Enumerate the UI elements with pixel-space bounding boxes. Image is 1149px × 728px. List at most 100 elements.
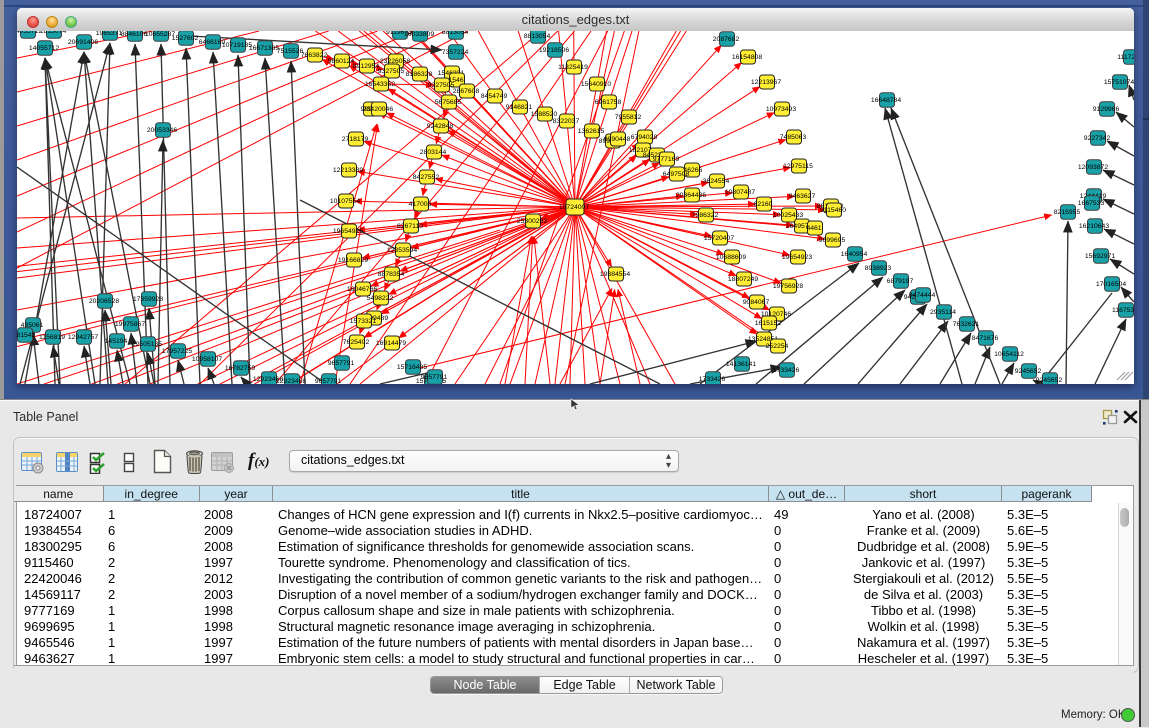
svg-text:14136141: 14136141 (726, 361, 756, 368)
svg-text:7515526: 7515526 (277, 48, 304, 55)
svg-text:6961758: 6961758 (595, 99, 622, 106)
svg-text:6497508: 6497508 (663, 171, 690, 178)
svg-text:5675685: 5675685 (435, 99, 462, 106)
svg-text:9129966: 9129966 (1093, 106, 1120, 113)
svg-text:10973493: 10973493 (766, 106, 796, 113)
svg-text:9327505: 9327505 (428, 82, 455, 89)
svg-text:1527602: 1527602 (172, 35, 199, 42)
svg-text:9777169: 9777169 (653, 156, 680, 163)
svg-text:20691406: 20691406 (68, 39, 98, 46)
svg-text:19384554: 19384554 (600, 271, 630, 278)
svg-text:16210643: 16210643 (1079, 223, 1109, 230)
svg-text:8846106: 8846106 (121, 31, 148, 38)
svg-text:19975867: 19975867 (115, 321, 145, 328)
svg-text:11325419: 11325419 (558, 64, 588, 71)
svg-text:18724007: 18724007 (559, 204, 589, 211)
svg-text:12942757: 12942757 (68, 334, 98, 341)
svg-text:7357224: 7357224 (442, 49, 469, 56)
svg-text:1117233: 1117233 (1117, 54, 1134, 61)
svg-text:8938923: 8938923 (865, 265, 892, 272)
svg-text:7955812: 7955812 (615, 114, 642, 121)
svg-text:7625402: 7625402 (343, 339, 370, 346)
svg-text:8471676: 8471676 (972, 335, 999, 342)
svg-text:8322037: 8322037 (553, 118, 580, 125)
svg-text:12975115: 12975115 (783, 163, 813, 170)
svg-text:1733426: 1733426 (699, 376, 726, 383)
svg-text:2803144: 2803144 (420, 149, 447, 156)
svg-text:16782759: 16782759 (225, 365, 255, 372)
svg-text:12353594: 12353594 (387, 247, 417, 254)
svg-text:12923468: 12923468 (276, 378, 306, 384)
svg-text:17016504: 17016504 (1096, 281, 1126, 288)
svg-text:9227342: 9227342 (1084, 135, 1111, 142)
svg-text:15640910: 15640910 (581, 81, 611, 88)
svg-text:1156819: 1156819 (39, 334, 65, 341)
svg-text:20053346: 20053346 (147, 127, 177, 134)
svg-text:15720407: 15720407 (704, 235, 734, 242)
svg-text:20206528: 20206528 (89, 298, 119, 305)
svg-text:9657791: 9657791 (421, 374, 448, 381)
svg-text:10688609: 10688609 (716, 254, 746, 261)
svg-text:1588520: 1588520 (531, 111, 558, 118)
svg-text:17359928: 17359928 (133, 296, 163, 303)
svg-text:23420046: 23420046 (363, 106, 393, 113)
svg-text:14055712: 14055712 (17, 31, 42, 35)
svg-text:9657791: 9657791 (315, 378, 342, 384)
svg-text:1813074: 1813074 (40, 31, 67, 35)
svg-text:10719185: 10719185 (222, 42, 252, 49)
svg-text:19654923: 19654923 (782, 254, 812, 261)
svg-text:8454749: 8454749 (481, 93, 508, 100)
svg-text:8813054: 8813054 (524, 33, 551, 40)
svg-text:12213389: 12213389 (333, 167, 363, 174)
svg-text:9474444: 9474444 (909, 292, 936, 299)
svg-text:14055712: 14055712 (29, 45, 59, 52)
svg-text:9463627: 9463627 (789, 193, 816, 200)
svg-text:6794028: 6794028 (631, 134, 658, 141)
svg-text:19756928: 19756928 (773, 283, 803, 290)
svg-text:9242848: 9242848 (427, 123, 454, 130)
svg-text:9115460: 9115460 (820, 207, 846, 214)
svg-text:1362615: 1362615 (578, 128, 605, 135)
svg-text:25300293: 25300293 (517, 218, 547, 225)
svg-text:1167533: 1167533 (1112, 307, 1134, 314)
svg-text:15692971: 15692971 (1085, 253, 1115, 260)
svg-text:2867608: 2867608 (453, 88, 480, 95)
svg-text:12505135: 12505135 (132, 341, 162, 348)
svg-text:9084067: 9084067 (743, 299, 770, 306)
svg-text:16914479: 16914479 (376, 340, 406, 347)
svg-text:19654925: 19654925 (333, 228, 363, 235)
svg-text:8267110: 8267110 (397, 223, 423, 230)
svg-text:7485063: 7485063 (780, 134, 807, 141)
svg-text:10807487: 10807487 (725, 189, 755, 196)
svg-text:10654112: 10654112 (994, 351, 1024, 358)
svg-text:16046766: 16046766 (347, 286, 377, 293)
svg-text:18807249: 18807249 (728, 276, 758, 283)
svg-text:7986322: 7986322 (692, 212, 719, 219)
svg-text:252254: 252254 (766, 343, 789, 350)
svg-text:7663822: 7663822 (301, 52, 328, 59)
svg-text:1615152: 1615152 (755, 320, 782, 327)
svg-text:6879197: 6879197 (887, 278, 914, 285)
svg-text:8912954: 8912954 (353, 63, 380, 70)
svg-text:4461: 4461 (806, 225, 821, 232)
svg-text:417006: 417006 (409, 201, 432, 208)
svg-text:5498222: 5498222 (367, 295, 394, 302)
svg-text:881549: 881549 (17, 332, 36, 339)
svg-text:2935114: 2935114 (930, 309, 956, 316)
svg-text:9657791: 9657791 (328, 360, 355, 367)
svg-text:1573321: 1573321 (350, 318, 377, 325)
svg-text:20364436: 20364436 (676, 192, 706, 199)
svg-text:8427552: 8427552 (413, 174, 440, 181)
svg-text:10958107: 10958107 (192, 356, 222, 363)
svg-text:10655287: 10655287 (145, 31, 175, 38)
svg-text:9245652: 9245652 (1036, 377, 1063, 384)
svg-text:16648784: 16648784 (871, 97, 901, 104)
svg-text:12213967: 12213967 (751, 79, 781, 86)
svg-text:16543362: 16543362 (365, 81, 395, 88)
svg-text:9245652: 9245652 (1015, 368, 1042, 375)
svg-text:16671385: 16671385 (249, 45, 279, 52)
svg-text:16154808: 16154808 (732, 54, 762, 61)
svg-text:8813054: 8813054 (442, 31, 469, 36)
svg-text:1965371: 1965371 (96, 31, 123, 37)
svg-text:15716485: 15716485 (397, 364, 427, 371)
